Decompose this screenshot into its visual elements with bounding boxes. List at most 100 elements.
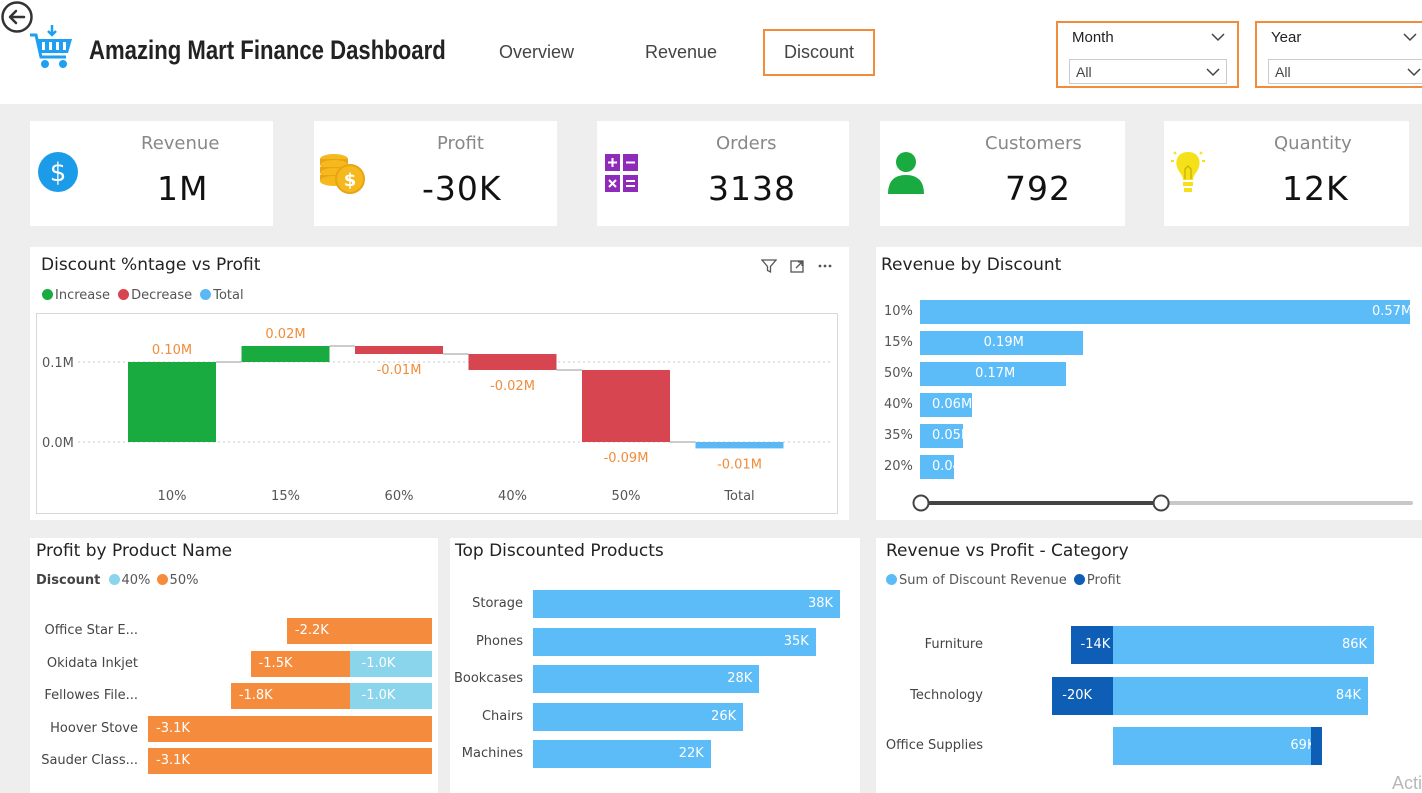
x-tick-label: Total — [723, 489, 754, 504]
y-tick-label: Hoover Stove — [50, 720, 138, 736]
data-label: 38K — [808, 596, 834, 611]
data-label: -0.09M — [604, 451, 649, 466]
kpi-card-customers: Customers 792 — [880, 121, 1125, 226]
data-label: -3.1K — [156, 720, 190, 736]
y-tick-label: Phones — [475, 633, 523, 649]
kpi-label: Profit — [437, 133, 484, 154]
kpi-value: 792 — [1005, 169, 1071, 208]
shopping-cart-icon — [28, 23, 76, 71]
data-label: -0.02M — [490, 379, 535, 394]
revenue-vs-profit-chart: Furniture 86K -14K Technology 84K -20K Office … — [876, 538, 1422, 793]
profit-by-product-panel: Profit by Product Name Discount 40% 50% … — [30, 538, 438, 793]
y-tick-label: 0.1M — [42, 356, 74, 371]
waterfall-bar — [695, 442, 784, 449]
dollar-icon: $ — [38, 152, 78, 192]
x-tick-label: 50% — [612, 489, 641, 504]
kpi-card-revenue: $ Revenue 1M — [30, 121, 273, 226]
product-bar[interactable] — [533, 627, 816, 656]
range-slider[interactable] — [876, 247, 1422, 520]
revenue-bar[interactable] — [1113, 676, 1368, 715]
waterfall-bar — [355, 346, 443, 354]
kpi-value: -30K — [422, 169, 502, 208]
data-label: 26K — [711, 708, 737, 724]
top-discounted-products-chart: Storage 38K Phones 35K Bookcases 28K Chairs 26K… — [450, 538, 860, 793]
svg-text:$: $ — [50, 158, 67, 188]
data-label: -1.0K — [361, 655, 396, 671]
header-bar: Amazing Mart Finance Dashboard Overview … — [0, 0, 1422, 104]
calculator-icon — [605, 154, 638, 192]
data-label: -1.8K — [238, 688, 273, 703]
month-dropdown[interactable]: All — [1069, 59, 1227, 84]
x-tick-label: 60% — [385, 489, 414, 504]
chevron-down-icon[interactable] — [1211, 32, 1225, 42]
profit-by-product-chart: Office Star E... -2.2K Okidata Inkjet -1.0K… — [30, 538, 438, 793]
kpi-card-quantity: Quantity 12K — [1164, 121, 1409, 226]
kpi-value: 3138 — [708, 169, 796, 208]
y-tick-label: Okidata Inkjet — [46, 655, 138, 671]
x-tick-label: 40% — [498, 489, 527, 504]
bar-segment-50[interactable] — [148, 715, 432, 742]
product-bar[interactable] — [533, 590, 840, 618]
kpi-label: Customers — [985, 133, 1082, 154]
range-slider-high-handle[interactable] — [1152, 494, 1170, 512]
y-tick-label: Sauder Class... — [41, 753, 138, 768]
data-label: -14K — [1080, 637, 1111, 652]
x-tick-label: 10% — [158, 489, 187, 504]
data-label: 0.10M — [152, 343, 192, 358]
revenue-bar[interactable] — [1113, 626, 1374, 664]
data-label: 28K — [727, 671, 753, 686]
year-value: All — [1275, 64, 1291, 80]
chevron-down-icon — [1407, 68, 1421, 77]
revenue-vs-profit-panel: Revenue vs Profit - Category Sum of Disc… — [876, 538, 1422, 793]
kpi-label: Quantity — [1274, 133, 1352, 154]
data-label: -0.01M — [717, 457, 762, 472]
top-discounted-products-panel: Top Discounted Products Storage 38K Phones… — [450, 538, 860, 793]
data-label: -0.01M — [377, 363, 422, 378]
profit-bar[interactable] — [1311, 727, 1323, 765]
y-tick-label: Storage — [472, 596, 523, 611]
data-label: -20K — [1062, 687, 1093, 703]
discount-vs-profit-panel: Discount %ntage vs Profit Increase Decre… — [30, 247, 849, 520]
nav-revenue[interactable]: Revenue — [645, 42, 717, 63]
waterfall-bar — [468, 354, 557, 370]
svg-text:$: $ — [344, 170, 357, 191]
waterfall-bar — [582, 370, 670, 442]
data-label: 84K — [1335, 687, 1361, 703]
data-label: -2.2K — [294, 623, 329, 638]
data-label: -3.1K — [156, 753, 190, 768]
data-label: 22K — [678, 746, 704, 761]
data-label: -1.5K — [258, 655, 293, 671]
data-label: 86K — [1342, 637, 1368, 652]
year-slicer: Year All — [1255, 21, 1422, 88]
y-tick-label: Office Star E... — [44, 623, 138, 638]
year-slicer-title: Year — [1271, 29, 1302, 46]
nav-discount[interactable]: Discount — [763, 29, 875, 76]
data-label: 0.02M — [265, 327, 305, 342]
range-slider-low-handle[interactable] — [912, 494, 930, 512]
month-slicer-title: Month — [1072, 29, 1114, 46]
y-tick-label: Furniture — [924, 637, 983, 652]
revenue-by-discount-panel: Revenue by Discount 10% 0.57M 15% 0.19M 50% 0… — [876, 247, 1422, 520]
bar-segment-50[interactable] — [148, 748, 432, 774]
y-tick-label: Office Supplies — [885, 738, 983, 753]
y-tick-label: Bookcases — [453, 671, 523, 686]
year-dropdown[interactable]: All — [1268, 59, 1422, 84]
y-tick-label: Chairs — [481, 708, 523, 724]
kpi-label: Revenue — [141, 133, 220, 154]
y-tick-label: Machines — [461, 746, 523, 761]
person-icon — [888, 152, 924, 194]
data-label: -1.0K — [361, 688, 396, 703]
chevron-down-icon[interactable] — [1403, 32, 1417, 42]
waterfall-bar — [128, 362, 216, 442]
app-title: Amazing Mart Finance Dashboard — [89, 35, 446, 65]
kpi-card-orders: Orders 3138 — [597, 121, 849, 226]
chevron-down-icon — [1206, 68, 1220, 77]
lightbulb-icon — [1171, 151, 1205, 192]
y-tick-label: Technology — [910, 687, 983, 703]
y-tick-label: 0.0M — [42, 436, 74, 451]
month-slicer: Month All — [1056, 21, 1239, 88]
nav-overview[interactable]: Overview — [499, 42, 574, 63]
waterfall-chart: 0.1M 0.0M 0.10M 10% 0.02M 15% -0.01M 60% -0.02M 4… — [42, 327, 830, 504]
product-bar[interactable] — [533, 665, 760, 693]
kpi-value: 12K — [1282, 169, 1349, 208]
